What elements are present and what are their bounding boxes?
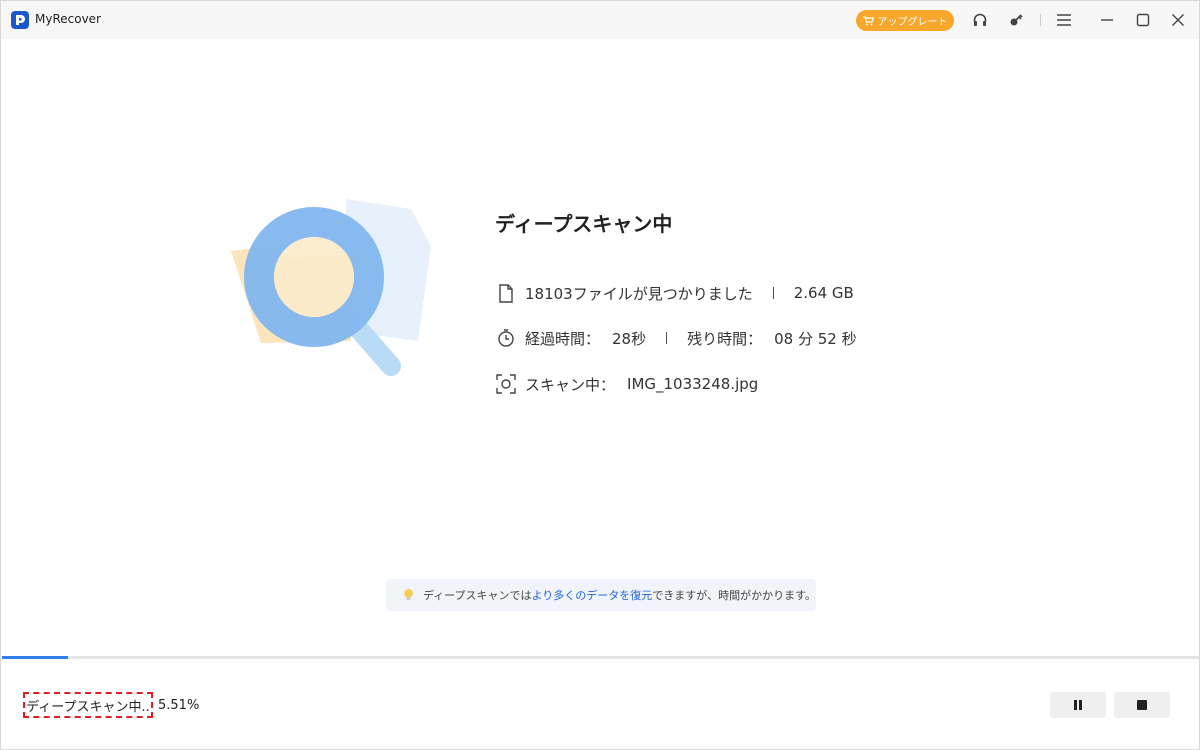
minimize-icon[interactable]: [1097, 10, 1117, 30]
upgrade-label: アップグレート: [877, 17, 948, 28]
scan-focus-icon: [495, 373, 517, 395]
time-row: 経過時間： 28秒 残り時間： 08 分 52 秒: [495, 326, 857, 350]
scan-title: ディープスキャン中: [495, 212, 673, 236]
scanning-label: スキャン中：: [525, 375, 616, 394]
scan-percent: 5.51%: [158, 698, 200, 713]
pause-icon: [1074, 700, 1082, 710]
files-found-row: 18103ファイルが見つかりました 2.64 GB: [495, 281, 854, 305]
deep-scan-illustration: [226, 191, 441, 386]
lightbulb-icon: [404, 588, 413, 600]
upgrade-button[interactable]: アップグレート: [856, 10, 954, 31]
elapsed-label: 経過時間：: [525, 329, 601, 348]
close-icon[interactable]: [1168, 10, 1188, 30]
stop-button[interactable]: [1114, 692, 1170, 718]
files-found-text: 18103ファイルが見つかりました: [525, 284, 753, 303]
files-size: 2.64 GB: [793, 284, 854, 302]
scanning-file: IMG_1033248.jpg: [627, 375, 759, 393]
pause-button[interactable]: [1050, 692, 1106, 718]
app-title: MyRecover: [35, 12, 101, 26]
file-icon: [495, 282, 517, 304]
info-divider: [666, 332, 668, 344]
app-logo-icon: [11, 11, 29, 29]
stop-icon: [1137, 700, 1147, 710]
elapsed-value: 28秒: [612, 329, 647, 348]
cart-icon: [862, 15, 874, 25]
headset-icon[interactable]: [970, 10, 990, 30]
title-bar: MyRecover アップグレート: [1, 1, 1199, 39]
timer-icon: [495, 327, 517, 349]
key-icon[interactable]: [1006, 10, 1026, 30]
maximize-icon[interactable]: [1133, 10, 1153, 30]
info-divider: [772, 287, 774, 299]
tip-banner: ディープスキャンでは より多くのデータを復元 できますが、時間がかかります。: [386, 579, 816, 611]
scan-progress-bar: [2, 656, 1199, 659]
remaining-value: 08 分 52 秒: [774, 329, 857, 348]
scan-status: ディープスキャン中..: [23, 692, 153, 718]
tip-suffix: できますが、時間がかかります。: [652, 589, 816, 602]
tip-highlight: より多くのデータを復元: [531, 589, 653, 602]
app-window: MyRecover アップグレート ディープスキャン中 18103ファイルが見つ…: [0, 0, 1200, 750]
menu-icon[interactable]: [1054, 10, 1074, 30]
tip-prefix: ディープスキャンでは: [422, 589, 532, 602]
remaining-label: 残り時間：: [687, 329, 763, 348]
scanning-row: スキャン中： IMG_1033248.jpg: [495, 372, 758, 396]
titlebar-divider: [1040, 14, 1041, 26]
scan-progress-fill: [2, 656, 68, 659]
